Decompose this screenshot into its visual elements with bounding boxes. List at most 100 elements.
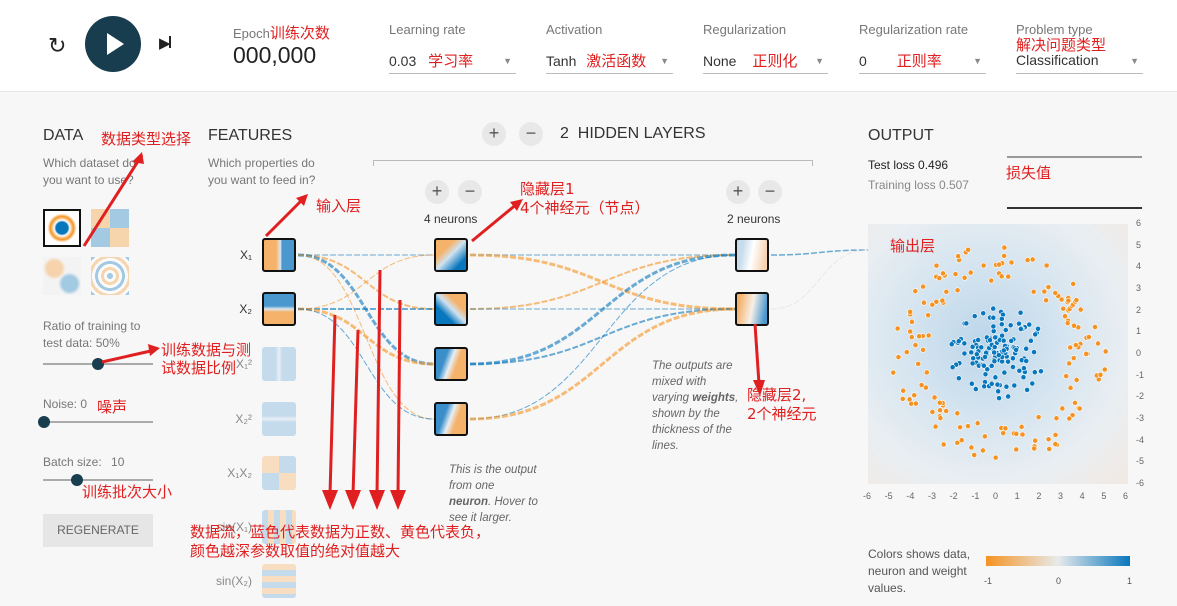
- data-point: [939, 297, 946, 304]
- layers-bracket: [373, 160, 813, 166]
- data-point: [990, 305, 997, 312]
- data-point: [1072, 342, 1079, 348]
- x-axis-tick: 0: [993, 491, 999, 501]
- legend-text: Colors shows data, neuron and weight val…: [868, 547, 971, 595]
- data-point: [903, 349, 910, 355]
- data-point: [1067, 344, 1074, 351]
- data-point: [1000, 430, 1007, 437]
- data-point: [998, 321, 1005, 328]
- data-point: [895, 354, 902, 361]
- x-axis-tick: 4: [1079, 491, 1085, 501]
- data-point: [994, 381, 1001, 388]
- data-point: [1017, 309, 1024, 316]
- weight-link[interactable]: [770, 249, 869, 310]
- data-point: [968, 380, 975, 387]
- data-point: [1070, 355, 1077, 362]
- data-point: [1020, 374, 1027, 381]
- data-point: [932, 423, 939, 430]
- data-point: [991, 358, 998, 365]
- data-point: [1102, 348, 1109, 355]
- data-point: [998, 315, 1005, 322]
- data-point: [1063, 373, 1070, 380]
- y-axis-tick: 2: [1136, 304, 1142, 315]
- remove-layer-button[interactable]: −: [519, 122, 543, 146]
- data-point: [988, 380, 995, 387]
- x-axis-tick: -2: [949, 491, 958, 501]
- data-point: [1032, 437, 1039, 444]
- data-point: [1077, 306, 1084, 313]
- data-point: [969, 360, 976, 367]
- x-axis-tick: -1: [971, 491, 980, 501]
- data-point: [975, 337, 982, 343]
- data-point: [1013, 347, 1020, 353]
- data-point: [929, 409, 936, 415]
- data-point: [912, 342, 919, 348]
- neuron-2-1[interactable]: [735, 238, 769, 272]
- neuron-1-4[interactable]: [434, 402, 468, 436]
- data-point: [916, 333, 922, 340]
- add-neuron-layer2-button[interactable]: +: [726, 180, 750, 204]
- data-point: [1017, 326, 1024, 332]
- data-point: [1010, 364, 1016, 370]
- data-point: [1085, 334, 1092, 340]
- data-point: [918, 382, 925, 388]
- data-point: [1066, 360, 1073, 367]
- y-axis-tick: 3: [1136, 283, 1142, 293]
- data-point: [990, 314, 997, 321]
- data-point: [1029, 256, 1036, 263]
- data-point: [1003, 383, 1010, 390]
- x-axis-tick: -4: [906, 491, 915, 501]
- data-point: [943, 288, 950, 295]
- data-point: [1052, 290, 1059, 296]
- data-point: [952, 271, 959, 278]
- neuron-1-2[interactable]: [434, 292, 468, 326]
- data-point: [1045, 436, 1052, 443]
- data-point: [969, 343, 976, 350]
- add-neuron-layer1-button[interactable]: +: [425, 180, 449, 204]
- data-point: [1007, 322, 1014, 329]
- data-point: [920, 283, 926, 290]
- data-point: [1072, 400, 1078, 406]
- test-loss-curve: [1007, 156, 1142, 158]
- data-point: [1013, 446, 1020, 453]
- data-point: [1001, 253, 1008, 259]
- data-point: [974, 420, 981, 427]
- data-point: [1052, 432, 1059, 438]
- data-point: [1013, 430, 1020, 437]
- y-axis-tick: -2: [1136, 391, 1145, 402]
- data-point: [981, 383, 988, 390]
- data-point: [1000, 347, 1007, 354]
- data-point: [1002, 327, 1009, 333]
- data-point: [1053, 415, 1060, 422]
- data-point: [987, 337, 993, 344]
- data-point: [899, 396, 906, 402]
- data-point: [1052, 441, 1059, 447]
- data-point: [971, 452, 978, 458]
- data-point: [992, 334, 999, 341]
- remove-neuron-layer2-button[interactable]: −: [758, 180, 782, 204]
- data-point: [967, 269, 974, 276]
- y-axis-tick: -6: [1136, 478, 1145, 488]
- x-axis-tick: 3: [1058, 491, 1064, 501]
- x-axis-tick: -3: [928, 491, 937, 501]
- data-point: [909, 318, 915, 325]
- y-axis-tick: -5: [1136, 456, 1145, 467]
- add-layer-button[interactable]: +: [482, 122, 506, 146]
- data-point: [911, 392, 918, 399]
- data-point: [940, 270, 946, 277]
- data-point: [1073, 377, 1080, 383]
- data-point: [991, 349, 998, 356]
- neuron-1-3[interactable]: [434, 347, 468, 381]
- neuron-1-1[interactable]: [434, 238, 468, 272]
- data-point: [1043, 262, 1050, 269]
- hidden-layers-title: 2 HIDDEN LAYERS: [560, 125, 706, 142]
- weight-link[interactable]: [469, 254, 736, 310]
- data-point: [921, 299, 927, 306]
- data-point: [957, 424, 963, 431]
- training-loss: Training loss 0.507: [868, 178, 969, 192]
- data-point: [961, 274, 968, 281]
- data-point: [1076, 405, 1083, 412]
- data-point: [992, 374, 999, 381]
- weight-link[interactable]: [770, 249, 869, 256]
- data-point: [937, 407, 943, 414]
